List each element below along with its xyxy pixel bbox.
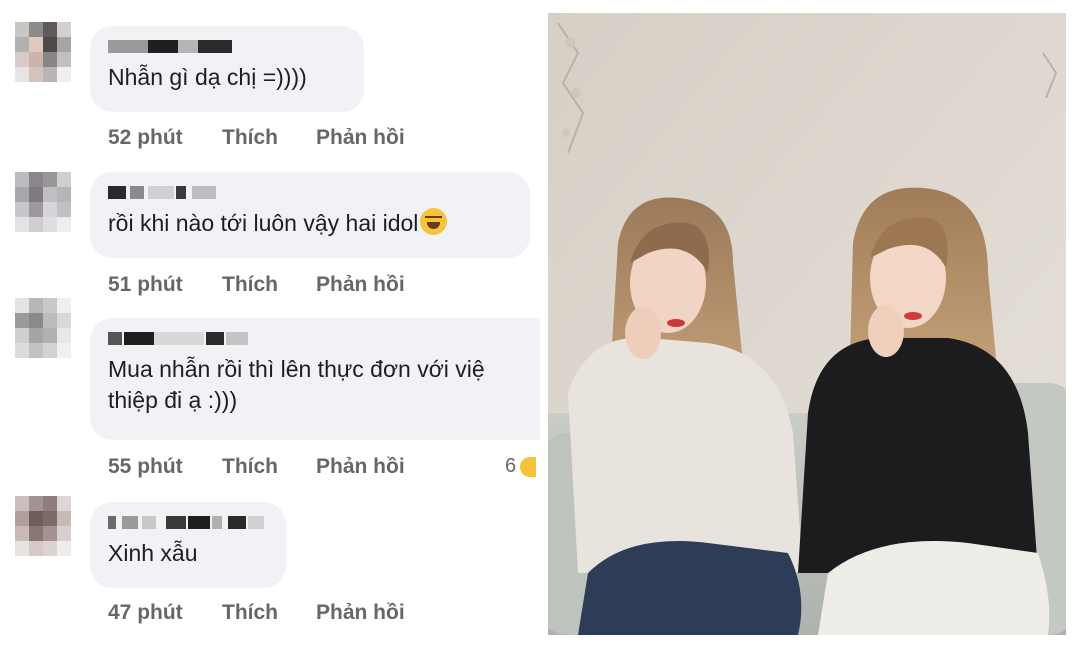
commenter-name-blurred[interactable]	[108, 184, 512, 200]
reaction-count-value: 6	[505, 455, 517, 477]
rolling-on-floor-laughing-icon	[420, 208, 448, 235]
avatar[interactable]	[15, 22, 71, 82]
commenter-name-blurred[interactable]	[108, 330, 524, 346]
like-button[interactable]: Thích	[222, 273, 278, 297]
comment-bubble: rồi khi nào tới luôn vậy hai idol	[90, 172, 530, 258]
photo-two-women-on-sofa	[548, 13, 1066, 635]
reaction-count[interactable]: 6	[505, 455, 537, 478]
reply-button[interactable]: Phản hồi	[316, 601, 405, 625]
comment-time[interactable]: 47 phút	[108, 601, 183, 625]
haha-reaction-icon	[520, 456, 537, 477]
comment-text: Xinh xẫu	[108, 540, 198, 566]
reply-button[interactable]: Phản hồi	[316, 126, 405, 150]
comment-time[interactable]: 51 phút	[108, 273, 183, 297]
avatar[interactable]	[15, 172, 71, 232]
reply-button[interactable]: Phản hồi	[316, 273, 405, 297]
commenter-name-blurred[interactable]	[108, 38, 346, 54]
comment-thread: Nhẫn gì dạ chị =)))) 52 phút Thích Phản …	[0, 0, 540, 648]
comment-bubble: Nhẫn gì dạ chị =))))	[90, 26, 364, 112]
commenter-name-blurred[interactable]	[108, 514, 268, 530]
reply-button[interactable]: Phản hồi	[316, 455, 405, 479]
comment-text-line-2: thiệp đi ạ :)))	[108, 387, 238, 413]
comment-text-line-1: Mua nhẫn rồi thì lên thực đơn với việ	[108, 356, 485, 382]
comment-text: Nhẫn gì dạ chị =))))	[108, 64, 307, 90]
comment-bubble: Mua nhẫn rồi thì lên thực đơn với việ th…	[90, 318, 540, 440]
like-button[interactable]: Thích	[222, 455, 278, 479]
photo-illustration	[548, 13, 1066, 635]
like-button[interactable]: Thích	[222, 126, 278, 150]
comment-bubble: Xinh xẫu	[90, 502, 286, 588]
comment-time[interactable]: 55 phút	[108, 455, 183, 479]
comment-time[interactable]: 52 phút	[108, 126, 183, 150]
comment-text: rồi khi nào tới luôn vậy hai idol	[108, 210, 419, 236]
like-button[interactable]: Thích	[222, 601, 278, 625]
avatar[interactable]	[15, 298, 71, 358]
avatar[interactable]	[15, 496, 71, 556]
